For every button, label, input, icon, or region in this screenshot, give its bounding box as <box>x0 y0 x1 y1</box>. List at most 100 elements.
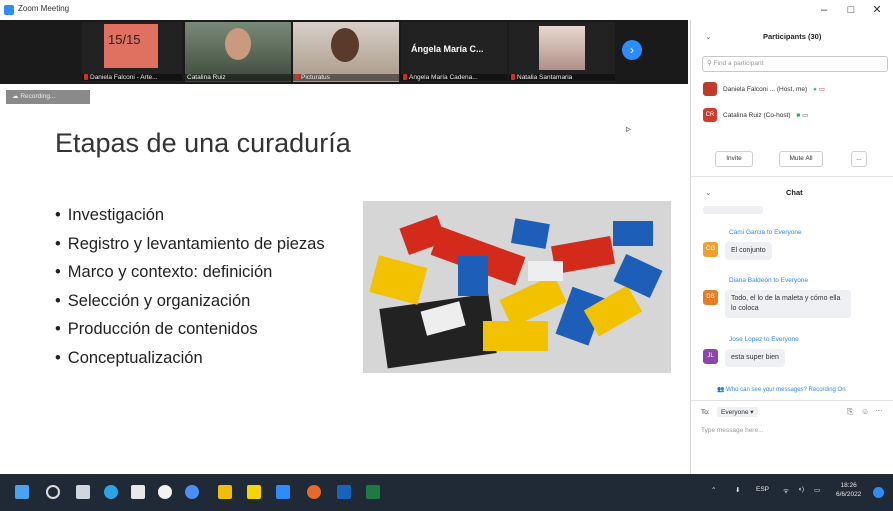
side-panel: ⌄ Participants (30) ⚲ Find a participant… <box>690 20 893 474</box>
file-explorer-icon[interactable] <box>218 485 232 499</box>
divider <box>691 400 893 401</box>
zoom-app-icon <box>4 5 14 15</box>
window-title: Zoom Meeting <box>18 4 70 13</box>
participant-name: Ángela María Cadena... <box>401 74 507 81</box>
avatar: DB <box>703 290 718 305</box>
people-icon: 👥 <box>717 387 725 393</box>
bullet-item: Selección y organización <box>55 288 325 317</box>
tile-text: 15/15 <box>108 32 141 47</box>
participant-face <box>225 28 251 60</box>
volume-icon[interactable]: ◖) <box>798 486 804 493</box>
video-icon: ▭ <box>802 112 809 119</box>
chat-message-input[interactable]: Type message here... <box>701 427 764 434</box>
minimize-button[interactable]: – <box>813 2 835 18</box>
excel-icon[interactable] <box>366 485 380 499</box>
windows-start-icon[interactable] <box>15 485 29 499</box>
chat-title: Chat <box>786 188 803 197</box>
mute-all-button[interactable]: Mute All <box>779 151 823 167</box>
chat-sender: Jose Lopez to Everyone <box>729 336 799 343</box>
chat-message: CG El conjunto <box>703 242 883 260</box>
clock[interactable]: 18:26 6/6/2022 <box>836 481 861 499</box>
bullet-item: Marco y contexto: definición <box>55 259 325 288</box>
zoom-icon[interactable] <box>276 485 290 499</box>
bullet-item: Conceptualización <box>55 345 325 374</box>
search-icon[interactable] <box>46 485 60 499</box>
window-titlebar: Zoom Meeting – □ ✕ <box>0 0 893 20</box>
muted-mic-icon <box>511 74 515 81</box>
chrome-dev-icon[interactable] <box>307 485 321 499</box>
edge-icon[interactable] <box>104 485 118 499</box>
participant-tile[interactable]: Natalia Santamaria <box>509 22 615 82</box>
avatar: CG <box>703 242 718 257</box>
emoji-icon[interactable]: ☺ <box>861 407 869 416</box>
avatar: CR <box>703 108 717 123</box>
battery-icon[interactable]: ▭ <box>814 486 820 494</box>
participant-name: Natalia Santamaria <box>509 74 615 81</box>
muted-mic-icon <box>84 74 88 81</box>
participant-name: Catalina Ruiz <box>185 74 291 81</box>
mail-icon[interactable] <box>337 485 351 499</box>
file-icon[interactable]: ⎘ <box>847 407 853 417</box>
sticky-notes-icon[interactable] <box>247 485 261 499</box>
tray-chevron-icon[interactable]: ⌃ <box>711 486 716 494</box>
chevron-right-icon: › <box>630 43 634 57</box>
mouse-cursor-icon: ▹ <box>626 124 632 135</box>
bullet-item: Investigación <box>55 202 325 231</box>
location-icon: ⬇ <box>735 487 741 494</box>
chrome-icon[interactable] <box>158 485 172 499</box>
collapse-chat-icon[interactable]: ⌄ <box>705 188 712 197</box>
close-button[interactable]: ✕ <box>866 2 888 18</box>
avatar: JL <box>703 349 718 364</box>
chat-to-label: To: <box>701 409 710 416</box>
chat-sender: Cami Garcia to Everyone <box>729 229 802 236</box>
participant-name: Daniela Falconi - Arte... <box>82 74 182 81</box>
task-view-icon[interactable] <box>76 485 90 499</box>
time-text: 18:26 <box>840 482 857 489</box>
maximize-button[interactable]: □ <box>840 2 862 18</box>
chrome-alt-icon[interactable] <box>185 485 199 499</box>
share-icon: ■ <box>796 112 801 119</box>
gallery-next-button[interactable]: › <box>622 40 642 60</box>
slide-title: Etapas de una curaduría <box>55 128 351 158</box>
language-indicator[interactable]: ESP <box>756 486 769 493</box>
chat-message: DB Todo, el lo de la maleta y cómo ella … <box>703 290 883 322</box>
video-gallery-strip: 15/15 Daniela Falconi - Arte... Catalina… <box>0 20 688 84</box>
participant-search-input[interactable]: ⚲ Find a participant <box>702 56 888 72</box>
windows-taskbar: ⌃ ⬇ ESP ᯤ ◖) ▭ 18:26 6/6/2022 <box>0 474 893 511</box>
wifi-icon[interactable]: ᯤ <box>783 486 789 495</box>
participants-title: Participants (30) <box>763 32 822 41</box>
chat-message-text: Todo, el lo de la maleta y cómo ella lo … <box>725 290 851 318</box>
shared-slide: ☁ Recording... Etapas de una curaduría I… <box>0 84 688 474</box>
participant-tile[interactable]: Picturatus <box>293 22 399 82</box>
invite-button[interactable]: Invite <box>715 151 753 167</box>
video-off-icon: ▭ <box>818 86 825 93</box>
notification-icon[interactable] <box>873 487 884 498</box>
date-text: 6/6/2022 <box>836 491 862 498</box>
recording-badge[interactable]: ☁ Recording... <box>6 90 90 104</box>
bullet-item: Producción de contenidos <box>55 316 325 345</box>
chat-message: JL esta super bien <box>703 349 883 367</box>
participant-row[interactable]: CR Catalina Ruiz (Co-host) ■ ▭ <box>703 108 889 124</box>
collapse-participants-icon[interactable]: ⌄ <box>705 32 712 41</box>
participant-tile[interactable]: Ángela María C... Ángela María Cadena... <box>401 22 507 82</box>
participant-face <box>331 28 359 62</box>
bullet-item: Registro y levantamiento de piezas <box>55 231 325 260</box>
participant-tile[interactable]: 15/15 Daniela Falconi - Arte... <box>82 22 182 82</box>
chat-sender: Diana Baldeón to Everyone <box>729 277 809 284</box>
mic-icon: ● <box>812 86 817 93</box>
privacy-note-link[interactable]: 👥 Who can see your messages? Recording O… <box>717 386 846 393</box>
chat-message-text: esta super bien <box>725 349 785 367</box>
store-icon[interactable] <box>131 485 145 499</box>
participant-video <box>539 26 585 70</box>
participant-tile[interactable]: Catalina Ruiz <box>185 22 291 82</box>
chat-message-text: El conjunto <box>725 242 772 260</box>
participant-row[interactable]: Daniela Falconi ... (Host, me) ● ▭ <box>703 82 889 98</box>
cloud-icon: ☁ <box>12 93 19 100</box>
avatar <box>703 82 717 97</box>
more-button[interactable]: ... <box>851 151 867 167</box>
more-icon[interactable]: ··· <box>875 406 883 415</box>
muted-mic-icon <box>295 74 299 81</box>
chat-bubble-partial <box>703 206 763 214</box>
participant-name: Picturatus <box>293 74 399 81</box>
recipient-select[interactable]: Everyone ▾ <box>717 407 758 417</box>
